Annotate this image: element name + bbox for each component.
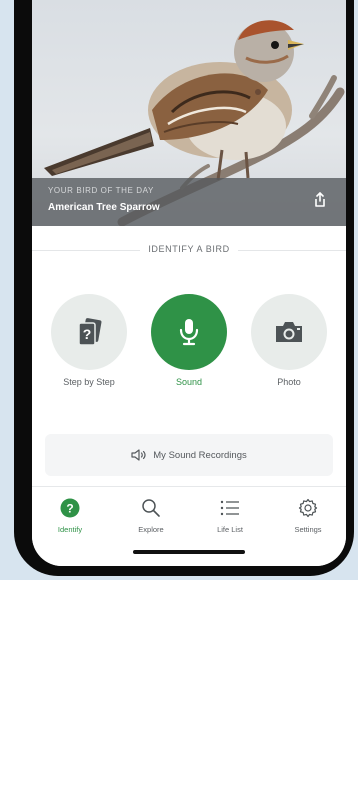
list-icon	[220, 500, 239, 516]
share-icon	[315, 192, 325, 207]
svg-text:?: ?	[66, 502, 73, 516]
bottom-tab-bar: ? Identify Explore Life List Settings	[32, 486, 346, 566]
step-by-step-label: Step by Step	[63, 377, 115, 387]
gear-icon	[298, 498, 318, 518]
cards-question-icon: ?	[78, 318, 102, 346]
camera-icon	[276, 322, 302, 342]
tab-life-list[interactable]: Life List	[195, 495, 265, 539]
tab-settings[interactable]: Settings	[273, 495, 343, 539]
tab-explore[interactable]: Explore	[116, 495, 186, 539]
bird-of-the-day-name: American Tree Sparrow	[48, 202, 160, 213]
tab-identify-label: Identify	[57, 525, 83, 534]
my-sound-recordings-button[interactable]: My Sound Recordings	[45, 434, 333, 476]
sound-id-button[interactable]	[151, 294, 227, 370]
tab-life-list-label: Life List	[217, 525, 243, 534]
app-screen: YOUR BIRD OF THE DAY American Tree Sparr…	[32, 0, 346, 566]
photo-id-button[interactable]	[251, 294, 327, 370]
share-button[interactable]	[314, 192, 332, 214]
tab-explore-label: Explore	[138, 525, 164, 534]
photo-label: Photo	[277, 377, 301, 387]
tab-identify[interactable]: ? Identify	[35, 495, 105, 539]
sound-label: Sound	[175, 377, 203, 387]
bird-of-the-day-label: YOUR BIRD OF THE DAY	[48, 186, 154, 195]
microphone-icon	[179, 319, 199, 346]
svg-text:?: ?	[83, 326, 92, 342]
my-sound-recordings-label: My Sound Recordings	[153, 449, 247, 461]
identify-section-heading: IDENTIFY A BIRD	[32, 244, 346, 254]
bird-of-the-day-card[interactable]: YOUR BIRD OF THE DAY American Tree Sparr…	[32, 0, 346, 226]
question-circle-icon: ?	[60, 498, 80, 518]
step-by-step-button[interactable]: ?	[51, 294, 127, 370]
search-icon	[142, 499, 160, 517]
tab-settings-label: Settings	[294, 525, 322, 534]
speaker-icon	[131, 449, 146, 461]
home-indicator	[133, 550, 245, 554]
